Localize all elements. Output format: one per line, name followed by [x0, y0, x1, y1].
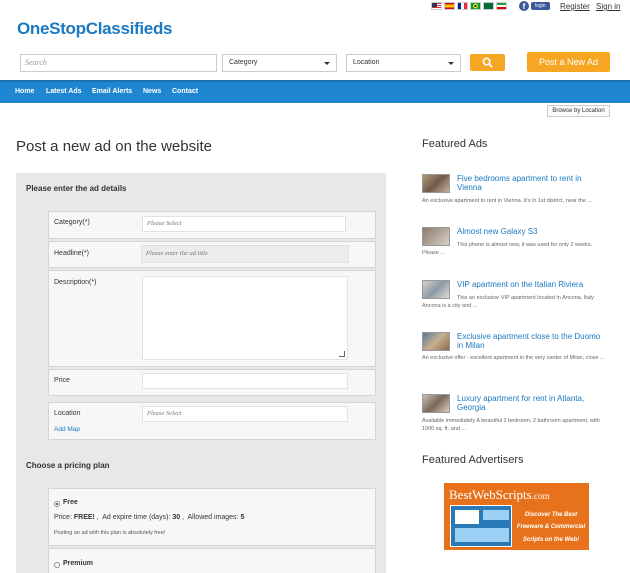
featured-ad-item[interactable]: Almost new Galaxy S3 This phone is almos… — [422, 227, 610, 261]
location-select-value: Location — [353, 59, 380, 66]
plan-free[interactable]: Free Price: FREE! , Ad expire time (days… — [48, 488, 376, 546]
banner-screens-image — [450, 505, 512, 547]
language-flags — [431, 2, 507, 10]
ad-title-link[interactable]: Five bedrooms apartment to rent in Vienn… — [457, 174, 607, 192]
headline-input[interactable]: Please enter the ad title — [141, 245, 349, 263]
banner-line-1: Discover The Best — [524, 512, 578, 518]
location-select[interactable]: Location — [346, 54, 461, 72]
featured-ad-item[interactable]: Five bedrooms apartment to rent in Vienn… — [422, 174, 610, 208]
advertiser-banner[interactable]: BestWebScripts.com Discover The Best Fre… — [444, 483, 589, 550]
plan-free-radio[interactable] — [54, 501, 60, 507]
location-row: Location Please Select Add Map — [48, 402, 376, 440]
description-textarea[interactable] — [142, 276, 348, 360]
location-label: Location — [54, 410, 81, 417]
chevron-down-icon — [324, 62, 330, 65]
facebook-icon: f — [519, 1, 529, 11]
site-logo[interactable]: OneStopClassifieds — [17, 19, 173, 39]
es-flag-icon[interactable] — [444, 2, 455, 10]
us-flag-icon[interactable] — [431, 2, 442, 10]
nav-email-alerts[interactable]: Email Alerts — [92, 88, 132, 95]
location-field[interactable]: Please Select — [142, 406, 348, 422]
facebook-login-label: login — [531, 2, 550, 10]
ad-thumbnail[interactable] — [422, 174, 450, 193]
page-title: Post a new ad on the website — [16, 138, 212, 155]
category-row: Category(*) Please Select — [48, 211, 376, 239]
ir-flag-icon[interactable] — [496, 2, 507, 10]
banner-line-3: Scripts on the Web! — [522, 537, 580, 543]
plan-free-note: Posting an ad with this plan is absolute… — [54, 530, 166, 536]
category-select-value: Category — [229, 59, 258, 66]
category-select[interactable]: Category — [222, 54, 337, 72]
br-flag-icon[interactable] — [470, 2, 481, 10]
category-field[interactable]: Please Select — [142, 216, 346, 232]
search-input[interactable]: Search — [20, 54, 217, 72]
featured-advertisers-title: Featured Advertisers — [422, 454, 524, 466]
ad-description: An exclusive apartment to rent in Vienna… — [422, 198, 593, 204]
sa-flag-icon[interactable] — [483, 2, 494, 10]
plan-free-details: Price: FREE! , Ad expire time (days): 30… — [54, 514, 245, 521]
details-section-title: Please enter the ad details — [26, 184, 127, 193]
add-map-link[interactable]: Add Map — [54, 426, 80, 433]
banner-brand: BestWebScripts — [449, 487, 532, 502]
plan-premium-name: Premium — [63, 560, 93, 567]
ad-description: This phone is almost new, it was used fo… — [422, 242, 593, 256]
ad-description: An exclusive offer - excellent apartment… — [422, 355, 605, 361]
chevron-down-icon — [448, 62, 454, 65]
nav-latest-ads[interactable]: Latest Ads — [46, 88, 82, 95]
plan-premium[interactable]: Premium — [48, 548, 376, 573]
description-label: Description(*) — [54, 279, 97, 286]
facebook-login[interactable]: f login — [519, 1, 550, 11]
search-icon — [482, 57, 493, 68]
price-label-text: Price: — [54, 514, 72, 521]
images-label-text: Allowed images: — [187, 514, 239, 521]
ad-title-link[interactable]: VIP apartment on the Italian Riviera — [457, 280, 607, 289]
plan-premium-radio[interactable] — [54, 562, 60, 568]
expire-value: 30 — [172, 514, 181, 521]
resize-handle-icon[interactable] — [339, 351, 345, 357]
images-value: 5 — [240, 514, 245, 521]
banner-line-2: Freeware & Commercial — [516, 524, 586, 530]
description-row: Description(*) — [48, 270, 376, 367]
ad-title-link[interactable]: Almost new Galaxy S3 — [457, 227, 607, 236]
nav-news[interactable]: News — [143, 88, 161, 95]
fr-flag-icon[interactable] — [457, 2, 468, 10]
ad-title-link[interactable]: Luxury apartment for rent in Atlanta, Ge… — [457, 394, 607, 412]
ad-title-link[interactable]: Exclusive apartment close to the Duomo i… — [457, 332, 607, 350]
ad-description: Available immediately A beautiful 2 bedr… — [422, 418, 600, 432]
pricing-section-title: Choose a pricing plan — [26, 461, 110, 470]
expire-label-text: Ad expire time (days): — [102, 514, 171, 521]
nav-contact[interactable]: Contact — [172, 88, 198, 95]
main-nav: Home Latest Ads Email Alerts News Contac… — [0, 80, 630, 103]
ad-thumbnail[interactable] — [422, 394, 450, 413]
banner-domain: .com — [531, 491, 550, 501]
banner-title: BestWebScripts.com — [449, 487, 549, 503]
post-ad-button[interactable]: Post a New Ad — [527, 52, 610, 72]
category-label: Category(*) — [54, 219, 90, 226]
search-button[interactable] — [470, 54, 505, 71]
nav-home[interactable]: Home — [15, 88, 34, 95]
headline-label: Headline(*) — [54, 250, 90, 257]
register-link[interactable]: Register — [560, 2, 590, 11]
header: OneStopClassifieds f login Register Sign… — [0, 0, 630, 50]
featured-ad-item[interactable]: VIP apartment on the Italian Riviera Thi… — [422, 280, 610, 314]
featured-ad-item[interactable]: Exclusive apartment close to the Duomo i… — [422, 332, 610, 372]
price-row: Price — [48, 369, 376, 396]
ad-description: This an exclusive VIP apartment located … — [422, 295, 594, 309]
price-value: FREE! — [73, 514, 95, 521]
headline-row: Headline(*) Please enter the ad title — [48, 241, 376, 268]
price-input[interactable] — [142, 373, 348, 389]
plan-free-name: Free — [63, 499, 78, 506]
price-label: Price — [54, 377, 70, 384]
featured-ad-item[interactable]: Luxury apartment for rent in Atlanta, Ge… — [422, 394, 610, 434]
ad-thumbnail[interactable] — [422, 332, 450, 351]
signin-link[interactable]: Sign in — [596, 2, 620, 11]
browse-by-location-button[interactable]: Browse by Location — [547, 105, 610, 117]
featured-ads-title: Featured Ads — [422, 138, 488, 150]
